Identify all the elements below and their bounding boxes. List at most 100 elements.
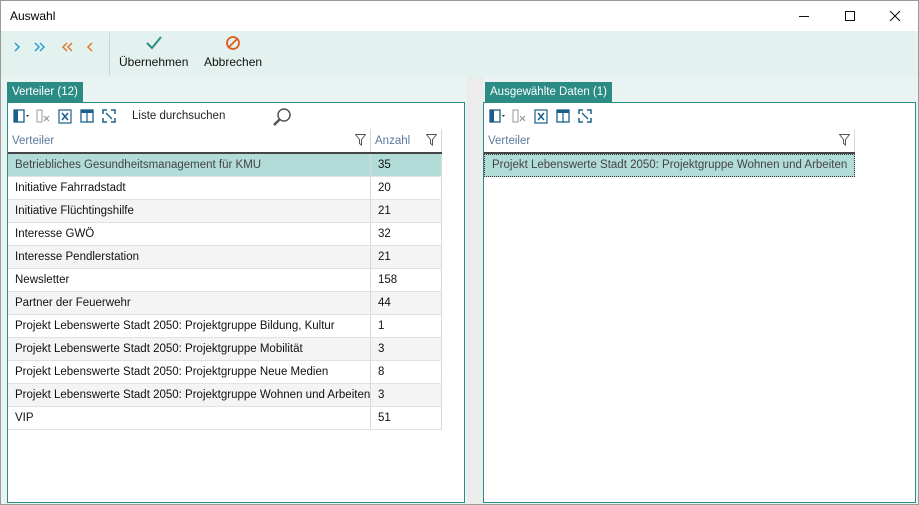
cell-anzahl: 3 (371, 384, 442, 406)
columns-icon (488, 109, 505, 123)
column-header-verteiler[interactable]: Verteiler (8, 129, 371, 152)
cancel-label: Abbrechen (204, 55, 263, 69)
remove-one-button[interactable] (79, 36, 101, 58)
minimize-icon (799, 16, 809, 17)
columns-chooser-button[interactable] (488, 107, 506, 125)
cell-verteiler: Partner der Feuerwehr (8, 292, 371, 314)
add-one-button[interactable] (6, 36, 28, 58)
accept-label: Übernehmen (119, 55, 189, 69)
cancel-button[interactable]: Abbrechen (204, 35, 262, 75)
close-button[interactable] (872, 1, 918, 31)
window-title: Auswahl (10, 9, 56, 23)
available-list-pane: Liste durchsuchen Verteiler Anzahl Betri… (7, 102, 465, 503)
cell-anzahl: 21 (371, 246, 442, 268)
search-icon (273, 108, 291, 126)
fit-columns-button[interactable] (100, 107, 118, 125)
export-excel-button[interactable] (532, 107, 550, 125)
clear-filter-icon (36, 109, 50, 123)
remove-all-button[interactable] (56, 36, 78, 58)
cell-anzahl: 44 (371, 292, 442, 314)
table-layout-icon (556, 109, 570, 123)
cancel-icon (226, 36, 240, 50)
cell-verteiler: Initiative Fahrradstadt (8, 177, 371, 199)
expand-icon (102, 109, 116, 123)
fit-columns-button[interactable] (576, 107, 594, 125)
table-row[interactable]: Projekt Lebenswerte Stadt 2050: Projektg… (8, 338, 442, 361)
table-row[interactable]: VIP 51 (8, 407, 442, 430)
double-chevron-right-icon (34, 42, 46, 52)
close-icon (889, 10, 901, 22)
accept-button[interactable]: Übernehmen (119, 35, 188, 75)
double-chevron-left-icon (61, 42, 73, 52)
export-excel-button[interactable] (56, 107, 74, 125)
search-label[interactable]: Liste durchsuchen (132, 110, 225, 122)
selection-dialog: Auswahl Übernehmen Abbrechen Verteiler (… (0, 0, 919, 505)
content-area: Verteiler (12) Liste durchsuchen Verteil… (1, 77, 918, 504)
table-row[interactable]: Partner der Feuerwehr 44 (8, 292, 442, 315)
column-header-anzahl[interactable]: Anzahl (371, 129, 442, 152)
filter-icon[interactable] (426, 134, 437, 146)
add-all-button[interactable] (29, 36, 51, 58)
table-row[interactable]: Betriebliches Gesundheitsmanagement für … (8, 154, 442, 177)
table-row[interactable]: Initiative Flüchtingshilfe 21 (8, 200, 442, 223)
cell-verteiler: Projekt Lebenswerte Stadt 2050: Projektg… (8, 315, 371, 337)
search-button[interactable] (271, 106, 293, 128)
columns-icon (12, 109, 29, 123)
cell-anzahl: 21 (371, 200, 442, 222)
expand-icon (578, 109, 592, 123)
cell-verteiler: Initiative Flüchtingshilfe (8, 200, 371, 222)
table-row[interactable]: Projekt Lebenswerte Stadt 2050: Projektg… (8, 384, 442, 407)
excel-export-icon (534, 108, 548, 124)
clear-filter-button[interactable] (34, 107, 52, 125)
toolbar: Übernehmen Abbrechen (1, 31, 918, 77)
grid-header: Verteiler Anzahl (8, 129, 442, 154)
available-grid: Verteiler Anzahl Betriebliches Gesundhei… (8, 129, 442, 430)
cell-verteiler: Projekt Lebenswerte Stadt 2050: Projektg… (8, 384, 371, 406)
table-row[interactable]: Projekt Lebenswerte Stadt 2050: Projektg… (8, 361, 442, 384)
cell-verteiler: Projekt Lebenswerte Stadt 2050: Projektg… (492, 159, 848, 171)
cell-verteiler: Projekt Lebenswerte Stadt 2050: Projektg… (8, 338, 371, 360)
right-pane-toolbar (484, 103, 915, 129)
filter-icon[interactable] (839, 134, 850, 146)
checkmark-icon (145, 36, 162, 50)
layout-button[interactable] (554, 107, 572, 125)
table-row[interactable]: Initiative Fahrradstadt 20 (8, 177, 442, 200)
excel-export-icon (58, 108, 72, 124)
chevron-right-icon (14, 42, 21, 52)
table-row[interactable]: Interesse Pendlerstation 21 (8, 246, 442, 269)
cell-verteiler: Betriebliches Gesundheitsmanagement für … (8, 154, 371, 176)
cell-verteiler: Projekt Lebenswerte Stadt 2050: Projektg… (8, 361, 371, 383)
cell-anzahl: 8 (371, 361, 442, 383)
cell-anzahl: 35 (371, 154, 442, 176)
table-row[interactable]: Interesse GWÖ 32 (8, 223, 442, 246)
cell-verteiler: VIP (8, 407, 371, 429)
pane-divider[interactable] (467, 77, 483, 504)
maximize-button[interactable] (827, 1, 873, 31)
column-header-verteiler[interactable]: Verteiler (484, 129, 855, 152)
table-row[interactable]: Projekt Lebenswerte Stadt 2050: Projektg… (484, 154, 855, 177)
cell-anzahl: 158 (371, 269, 442, 291)
cell-verteiler: Interesse Pendlerstation (8, 246, 371, 268)
cell-verteiler: Newsletter (8, 269, 371, 291)
tab-verteiler[interactable]: Verteiler (12) (7, 82, 83, 102)
grid-header: Verteiler (484, 129, 855, 154)
cell-anzahl: 3 (371, 338, 442, 360)
layout-button[interactable] (78, 107, 96, 125)
selected-grid: Verteiler (484, 129, 855, 154)
clear-filter-icon (512, 109, 526, 123)
cell-anzahl: 51 (371, 407, 442, 429)
title-bar: Auswahl (1, 1, 918, 31)
tab-ausgewaehlte-daten[interactable]: Ausgewählte Daten (1) (485, 82, 612, 102)
cell-verteiler: Interesse GWÖ (8, 223, 371, 245)
maximize-icon (845, 11, 855, 21)
clear-filter-button[interactable] (510, 107, 528, 125)
chevron-left-icon (86, 42, 93, 52)
table-layout-icon (80, 109, 94, 123)
cell-anzahl: 32 (371, 223, 442, 245)
table-row[interactable]: Projekt Lebenswerte Stadt 2050: Projektg… (8, 315, 442, 338)
minimize-button[interactable] (781, 1, 827, 31)
filter-icon[interactable] (355, 134, 366, 146)
columns-chooser-button[interactable] (12, 107, 30, 125)
toolbar-separator (109, 33, 110, 75)
table-row[interactable]: Newsletter 158 (8, 269, 442, 292)
